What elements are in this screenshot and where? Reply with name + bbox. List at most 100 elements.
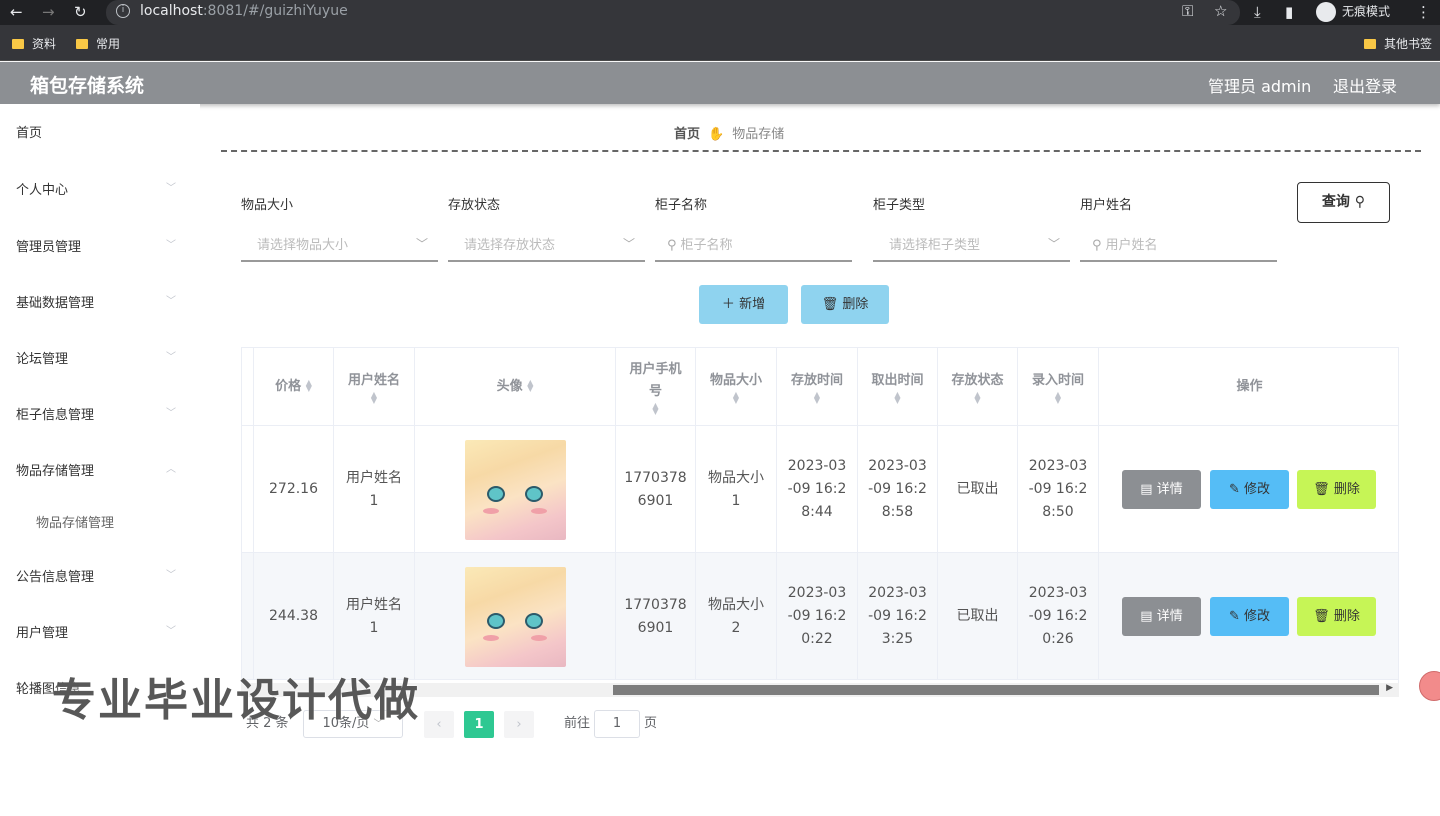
column-header-take-time[interactable]: 取出时间 ▲ ▼ [858,348,938,426]
sidebar-item-admin[interactable]: 管理员管理 ﹀ [16,236,180,255]
trash-icon: 🗑 [1313,609,1330,624]
chevron-down-icon: ﹀ [622,237,635,251]
breadcrumb-home[interactable]: 首页 [674,127,700,142]
row-delete-button[interactable]: 🗑 删除 [1297,470,1376,509]
star-icon[interactable]: ☆ [1214,2,1227,20]
chevron-down-icon: ﹀ [415,237,428,251]
sort-icon[interactable]: ▲ ▼ [306,379,312,393]
add-button[interactable]: ＋ 新增 [699,285,788,324]
input-user-name[interactable]: ⚲ 用户姓名 [1080,228,1277,262]
trash-icon: 🗑 [1313,482,1330,497]
page-unit-label: 页 [644,716,658,731]
sidepanel-icon[interactable]: ▮ [1285,3,1293,21]
avatar[interactable] [464,566,566,667]
sidebar-subitem-storage[interactable]: 物品存储管理 [36,512,114,531]
field-label-cabinet-name: 柜子名称 [655,198,708,213]
avatar-eye [486,485,505,502]
sidebar-item-basedata[interactable]: 基础数据管理 ﹀ [16,292,180,311]
page-number-current[interactable]: 1 [464,711,494,738]
chevron-down-icon: ﹀ [166,408,176,419]
sidebar-item-cabinet[interactable]: 柜子信息管理 ﹀ [16,404,180,423]
document-icon: ▤ [1140,482,1153,497]
download-icon[interactable]: ⤓ [1254,3,1261,21]
cell-created: 2023-03-09 16:28:50 [1018,426,1099,553]
bookmark-folder-other[interactable]: 其他书签 [1364,35,1432,52]
pencil-icon: ✎ [1228,482,1240,497]
chevron-down-icon: ﹀ [1047,237,1060,251]
input-cabinet-name[interactable]: ⚲ 柜子名称 [655,228,852,262]
cell-created: 2023-03-09 16:20:26 [1018,553,1099,680]
query-button[interactable]: 查询 ⚲ [1297,182,1390,223]
edit-button[interactable]: ✎ 修改 [1210,470,1289,509]
scroll-right-icon[interactable]: ▶ [1386,683,1393,693]
sidebar-item-forum[interactable]: 论坛管理 ﹀ [16,348,180,367]
sort-icon[interactable]: ▲ ▼ [371,390,377,404]
back-icon[interactable]: ← [10,3,23,21]
sidebar-item-personal[interactable]: 个人中心 ﹀ [16,179,180,198]
bookmarks-bar: 资料 常用 其他书签 [0,25,1440,61]
url-text: localhost:8081/#/guizhiYuyue [140,3,348,19]
column-header-username[interactable]: 用户姓名 ▲ ▼ [334,348,415,426]
menu-dots-icon[interactable]: ⋮ [1416,3,1431,21]
logout-link[interactable]: 退出登录 [1333,73,1397,97]
sort-icon[interactable]: ▲ ▼ [1055,390,1061,404]
key-icon[interactable]: ⚿ [1182,2,1193,20]
avatar-eye [524,485,543,502]
chevron-down-icon: ﹀ [166,296,176,307]
select-status[interactable]: 请选择存放状态 ﹀ [448,228,645,262]
detail-button[interactable]: ▤ 详情 [1122,470,1201,509]
cell-username: 用户姓名1 [334,426,415,553]
column-header-phone[interactable]: 用户手机号 ▲ ▼ [616,348,696,426]
select-size[interactable]: 请选择物品大小 ﹀ [241,228,438,262]
edit-button[interactable]: ✎ 修改 [1210,597,1289,636]
cell-size: 物品大小1 [696,426,777,553]
sort-icon[interactable]: ▲ ▼ [814,390,820,404]
detail-button[interactable]: ▤ 详情 [1122,597,1201,636]
cell-take-time: 2023-03-09 16:28:58 [858,426,938,553]
sidebar-item-users[interactable]: 用户管理 ﹀ [16,622,180,641]
prev-page-button[interactable]: ‹ [424,711,454,738]
row-delete-button[interactable]: 🗑 删除 [1297,597,1376,636]
column-header-store-time[interactable]: 存放时间 ▲ ▼ [777,348,858,426]
column-header-actions: 操作 [1099,348,1398,426]
incognito-indicator[interactable]: 无痕模式 [1316,2,1390,22]
trash-icon: 🗑 [821,297,839,312]
plus-icon: ＋ [721,297,735,312]
scrollbar-thumb[interactable] [613,685,1379,695]
next-page-button[interactable]: › [504,711,534,738]
select-cabinet-type[interactable]: 请选择柜子类型 ﹀ [873,228,1070,262]
address-bar[interactable]: i localhost:8081/#/guizhiYuyue ⚿ ☆ [106,0,1240,25]
reload-icon[interactable]: ↻ [74,3,87,21]
chevron-down-icon: ﹀ [166,240,176,251]
sort-icon[interactable]: ▲ ▼ [652,401,658,415]
forward-icon[interactable]: → [42,3,55,21]
chevron-down-icon: ﹀ [166,183,176,194]
sort-icon[interactable]: ▲ ▼ [974,390,980,404]
bookmark-folder-changyong[interactable]: 常用 [76,35,120,52]
goto-label: 前往 [564,716,591,731]
table-row: 244.38 用户姓名1 17703786901 物品大小2 2023-03-0… [242,553,1398,680]
bookmark-folder-ziliao[interactable]: 资料 [12,35,56,52]
data-table: 价格 ▲ ▼ 用户姓名 ▲ ▼ 头像 ▲ ▼ 用户手机号 ▲ ▼ 物品大小 ▲ ▼ 存放时间 ▲ ▼… [241,347,1399,697]
folder-icon [12,39,24,49]
app-header: 箱包存储系统 管理员 admin 退出登录 [0,62,1440,104]
cell-avatar [415,553,616,680]
delete-button[interactable]: 🗑 删除 [801,285,889,324]
sidebar-item-home[interactable]: 首页 [16,122,180,141]
sidebar-item-notice[interactable]: 公告信息管理 ﹀ [16,566,180,585]
column-header-avatar[interactable]: 头像 ▲ ▼ [415,348,616,426]
sort-icon[interactable]: ▲ ▼ [894,390,900,404]
sidebar-item-storage[interactable]: 物品存储管理 ︿ [16,460,180,479]
column-header-size[interactable]: 物品大小 ▲ ▼ [696,348,777,426]
folder-icon [76,39,88,49]
avatar[interactable] [464,439,566,540]
goto-page-input[interactable]: 1 [594,710,640,738]
sort-icon[interactable]: ▲ ▼ [733,390,739,404]
column-header-created[interactable]: 录入时间 ▲ ▼ [1018,348,1099,426]
browser-toolbar: ← → ↻ i localhost:8081/#/guizhiYuyue ⚿ ☆… [0,0,1440,25]
column-header-status[interactable]: 存放状态 ▲ ▼ [938,348,1018,426]
column-header-price[interactable]: 价格 ▲ ▼ [254,348,334,426]
sort-icon[interactable]: ▲ ▼ [527,379,533,393]
app-title: 箱包存储系统 [30,75,145,97]
site-info-icon[interactable]: i [116,4,130,18]
